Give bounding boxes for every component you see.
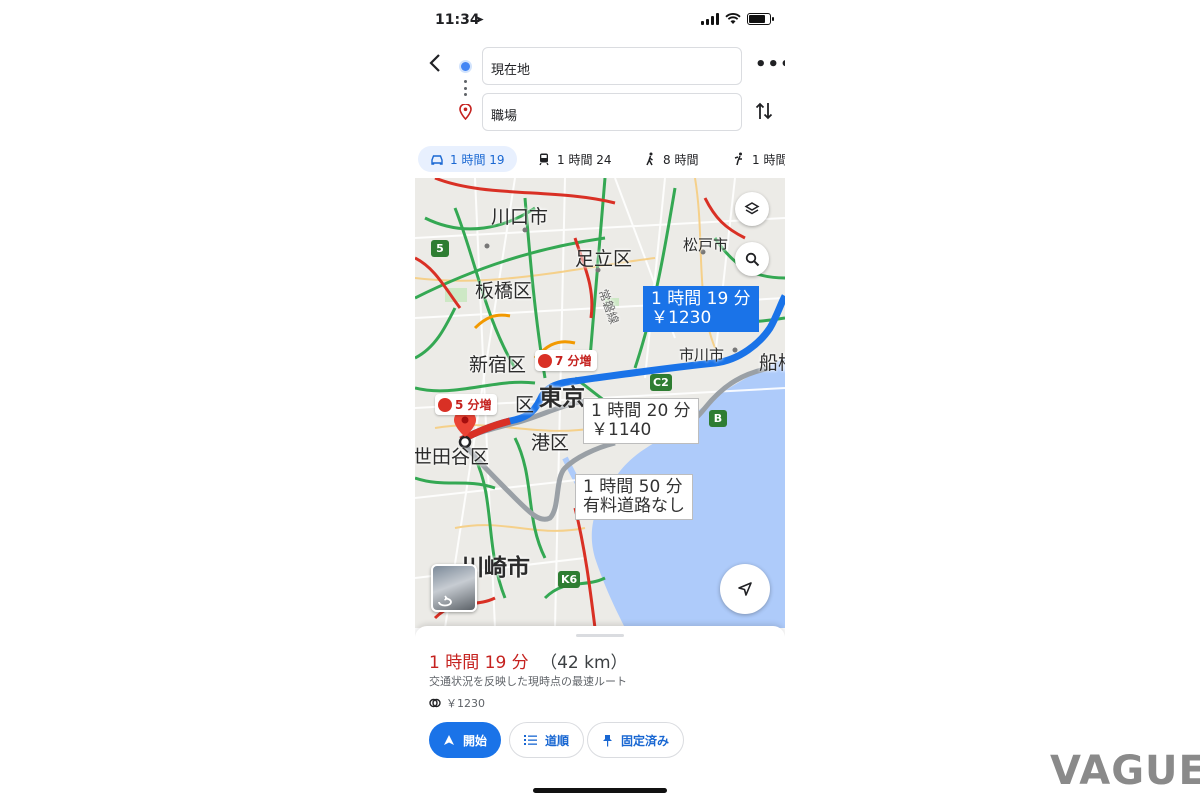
place-itabashi: 板橋区: [475, 280, 533, 302]
route-shield-c2: C2: [650, 374, 672, 391]
primary-route-toll: ￥1230: [651, 308, 712, 328]
traffic-delay-1-text: 7 分増: [555, 354, 592, 368]
route-details-sheet: 1 時間 19 分 （42 km） 交通状況を反映した現時点の最速ルート ￥12…: [415, 626, 785, 800]
start-button-label: 開始: [463, 733, 488, 748]
route-summary: 1 時間 19 分 （42 km）: [429, 648, 628, 673]
place-kawaguchi: 川口市: [491, 206, 549, 228]
alt-route-2-duration: 1 時間 50 分: [583, 477, 683, 497]
destination-field[interactable]: 職場: [482, 93, 742, 131]
screenshot-stage: 11:34 ➤ 現在地 職場 •• 1 時間 19 1 時間 24 8 時間 1…: [0, 0, 1200, 800]
place-adachi: 足立区: [575, 248, 633, 270]
chevron-left-icon: [429, 54, 440, 72]
tab-driving[interactable]: 1 時間 19: [418, 146, 517, 172]
place-setagaya: 世田谷区: [415, 446, 490, 468]
map-search-button[interactable]: [735, 242, 769, 276]
sheet-drag-handle[interactable]: [576, 634, 624, 637]
layers-button[interactable]: [735, 192, 769, 226]
street-view-rotate-icon: [438, 595, 452, 607]
recenter-button[interactable]: [720, 564, 770, 614]
primary-route-callout[interactable]: 1 時間 19 分 ￥1230: [643, 286, 759, 332]
primary-route-duration: 1 時間 19 分: [651, 289, 751, 309]
status-icons: [701, 13, 774, 25]
origin-field[interactable]: 現在地: [482, 47, 742, 85]
toll-icon: [429, 698, 441, 708]
route-duration: 1 時間 19 分: [429, 653, 529, 673]
route-dots-icon: [464, 80, 467, 96]
place-minato: 港区: [531, 432, 570, 454]
pin-icon: [603, 734, 612, 746]
walk-icon: [646, 152, 653, 166]
tab-ride[interactable]: 1 時間: [720, 146, 785, 172]
tab-transit[interactable]: 1 時間 24: [525, 146, 624, 172]
alt-route-2-note: 有料道路なし: [583, 496, 685, 516]
battery-icon: [747, 13, 774, 25]
train-icon: [539, 153, 549, 166]
destination-pin-icon: [459, 104, 472, 120]
place-matsudo: 松戸市: [683, 236, 729, 254]
pinned-button[interactable]: 固定済み: [587, 722, 685, 758]
place-funabashi: 船橋: [759, 352, 785, 374]
tab-walking[interactable]: 8 時間: [631, 146, 710, 172]
traffic-delay-2-text: 5 分増: [455, 398, 492, 412]
place-ku: 区: [515, 394, 535, 416]
route-shield-5: 5: [431, 240, 449, 257]
wifi-icon: [725, 13, 741, 24]
route-distance: （42 km）: [540, 653, 628, 673]
swap-icon[interactable]: [754, 100, 774, 122]
search-icon: [745, 252, 759, 266]
origin-dot-icon: [461, 62, 470, 71]
traffic-car-icon: [538, 353, 552, 368]
place-ichikawa: 市川市: [679, 346, 725, 364]
route-shield-k6: K6: [558, 571, 581, 588]
tab-transit-label: 1 時間 24: [557, 152, 612, 167]
navigation-arrow-icon: [738, 582, 752, 596]
place-shinjuku: 新宿区: [469, 354, 527, 376]
travel-mode-tabs: 1 時間 19 1 時間 24 8 時間 1 時間: [415, 146, 785, 174]
navigation-icon: [444, 735, 454, 745]
tab-walking-label: 8 時間: [663, 152, 699, 167]
pinned-button-label: 固定済み: [621, 733, 670, 748]
street-view-thumbnail[interactable]: [431, 564, 477, 612]
traffic-delay-badge-1: 7 分増: [535, 350, 597, 371]
status-bar: 11:34 ➤: [415, 0, 785, 40]
home-indicator[interactable]: [533, 788, 667, 793]
phone-screen: 11:34 ➤ 現在地 職場 •• 1 時間 19 1 時間 24 8 時間 1…: [415, 0, 785, 800]
layers-icon: [744, 202, 760, 215]
toll-info: ￥1230: [429, 695, 485, 711]
steps-button[interactable]: 道順: [509, 722, 585, 758]
status-time: 11:34: [435, 12, 480, 28]
place-tokyo: 東京: [539, 385, 585, 411]
map-view[interactable]: 川口市 足立区 松戸市 板橋区 新宿区 東京 市川市 船橋 区 港区 世田谷区 …: [415, 178, 785, 628]
route-note: 交通状況を反映した現時点の最速ルート: [429, 675, 627, 688]
alt-route-1-duration: 1 時間 20 分: [591, 401, 691, 421]
alt-route-1-callout[interactable]: 1 時間 20 分 ￥1140: [583, 398, 699, 444]
vague-watermark: VAGUE: [1050, 748, 1200, 794]
location-arrow-icon: ➤: [475, 13, 485, 26]
more-options-button[interactable]: •••: [755, 54, 785, 75]
start-button[interactable]: 開始: [429, 722, 501, 758]
list-icon: [524, 735, 537, 745]
traffic-car-icon: [438, 397, 452, 412]
steps-button-label: 道順: [545, 733, 570, 748]
traffic-delay-badge-2: 5 分増: [435, 394, 497, 415]
car-icon: [431, 155, 443, 165]
signal-icon: [701, 13, 719, 25]
tab-ride-label: 1 時間: [752, 152, 785, 167]
alt-route-1-toll: ￥1140: [591, 420, 652, 440]
tab-driving-label: 1 時間 19: [450, 152, 505, 167]
toll-amount: ￥1230: [446, 697, 485, 710]
back-button[interactable]: [425, 52, 445, 78]
ride-icon: [734, 152, 742, 166]
route-shield-b: B: [709, 410, 727, 427]
alt-route-2-callout[interactable]: 1 時間 50 分 有料道路なし: [575, 474, 693, 520]
